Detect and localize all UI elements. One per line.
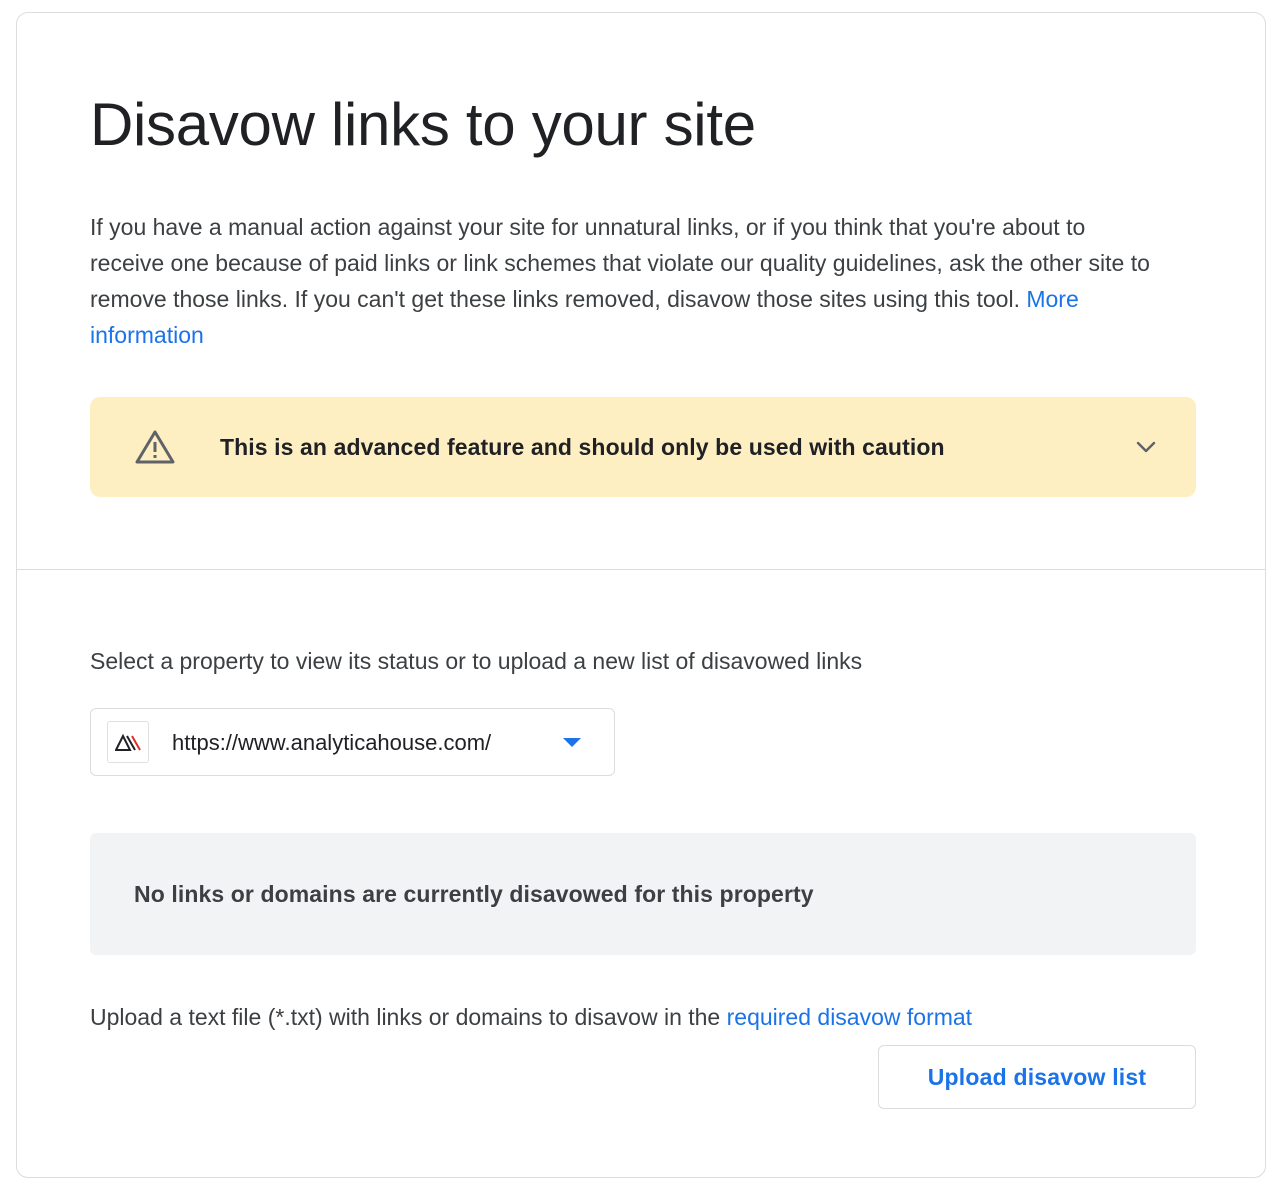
disavow-format-link[interactable]: required disavow format (727, 1004, 972, 1030)
intro-text: If you have a manual action against your… (90, 214, 1150, 312)
property-select-label: Select a property to view its status or … (90, 648, 863, 674)
selected-property-url: https://www.analyticahouse.com/ (172, 730, 492, 755)
page-title: Disavow links to your site (90, 91, 756, 158)
upload-instruction-text: Upload a text file (*.txt) with links or… (90, 1004, 721, 1030)
status-message: No links or domains are currently disavo… (134, 881, 814, 907)
chevron-down-icon[interactable] (1134, 435, 1158, 459)
upload-instruction: Upload a text file (*.txt) with links or… (90, 999, 972, 1035)
caution-banner[interactable]: This is an advanced feature and should o… (90, 397, 1196, 497)
disavow-status-box: No links or domains are currently disavo… (90, 833, 1196, 955)
section-divider (17, 569, 1265, 570)
disavow-card: Disavow links to your site If you have a… (16, 12, 1266, 1178)
caution-text: This is an advanced feature and should o… (220, 434, 945, 460)
warning-triangle-icon (135, 430, 175, 464)
upload-disavow-list-button[interactable]: Upload disavow list (878, 1045, 1196, 1109)
property-dropdown[interactable]: https://www.analyticahouse.com/ (90, 708, 615, 776)
intro-paragraph: If you have a manual action against your… (90, 209, 1150, 353)
dropdown-arrow-icon (563, 738, 581, 747)
analyticahouse-logo-icon (107, 721, 149, 763)
